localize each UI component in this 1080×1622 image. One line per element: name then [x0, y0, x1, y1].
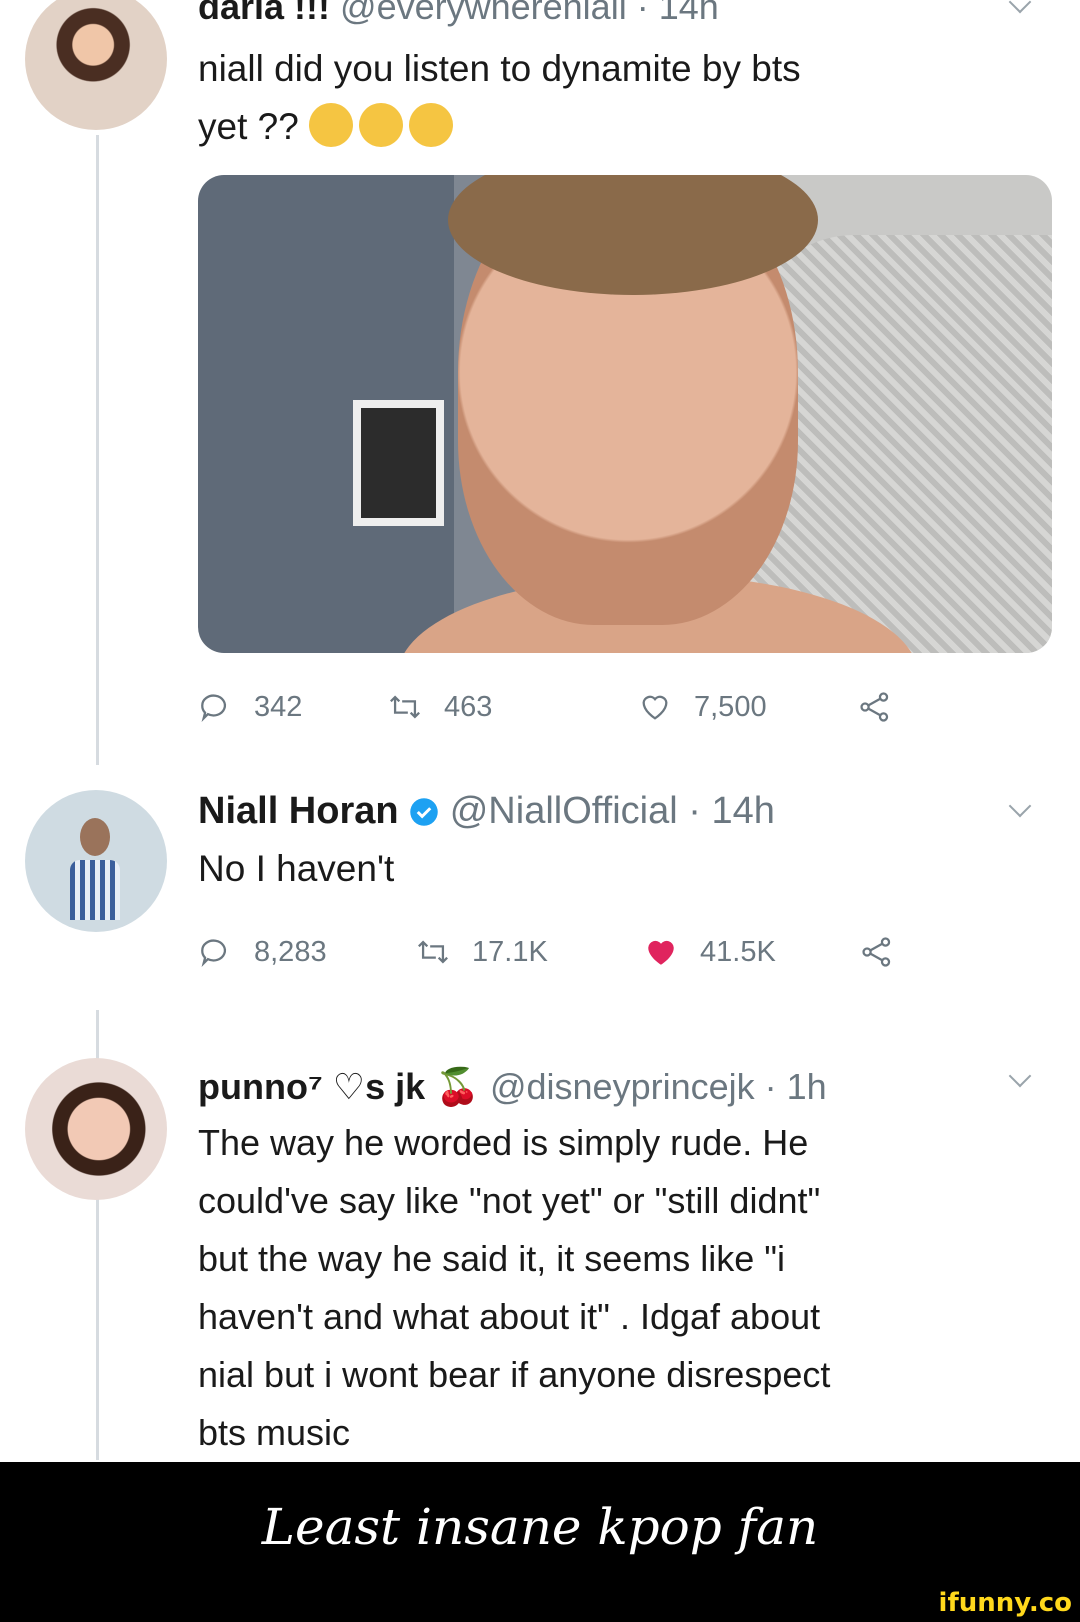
- share-button[interactable]: [860, 935, 916, 969]
- heart-filled-icon: [648, 940, 674, 965]
- display-name[interactable]: punno⁷ ♡s jk 🍒: [198, 1066, 480, 1107]
- heart-icon: [642, 695, 668, 720]
- tweet-text-line: niall did you listen to dynamite by bts: [198, 48, 801, 89]
- timestamp[interactable]: · 14h: [688, 790, 775, 832]
- tweet-text: No I haven't: [198, 848, 395, 889]
- tweet-header: daria !!! @everywhereniall · 14h: [198, 0, 719, 28]
- share-icon: [860, 692, 889, 722]
- tweet-text-line: could've say like "not yet" or "still di…: [198, 1180, 821, 1221]
- reply-icon: [201, 694, 227, 723]
- retweet-icon: [418, 940, 448, 964]
- like-count: 7,500: [694, 690, 767, 723]
- tweet-text-line: nial but i wont bear if anyone disrespec…: [198, 1354, 831, 1395]
- tweet-photo[interactable]: [198, 175, 1052, 653]
- retweet-count: 17.1K: [472, 935, 548, 968]
- chevron-down-icon[interactable]: [1008, 0, 1032, 14]
- tweet-actions: 8,283 17.1K 41.5K: [198, 935, 918, 975]
- reply-icon: [201, 939, 227, 968]
- tweet-punno[interactable]: punno⁷ ♡s jk 🍒 @disneyprincejk · 1h The …: [0, 1058, 1080, 1462]
- reply-button[interactable]: 342: [198, 690, 302, 724]
- reply-button[interactable]: 8,283: [198, 935, 327, 969]
- timestamp[interactable]: · 14h: [637, 0, 719, 27]
- avatar[interactable]: [25, 790, 167, 932]
- tweet-actions: 342 463 7,500: [198, 690, 918, 730]
- display-name[interactable]: daria !!!: [198, 0, 330, 27]
- avatar-shirt: [70, 860, 120, 920]
- handle[interactable]: @NiallOfficial: [450, 790, 678, 832]
- tweet-text: niall did you listen to dynamite by bts …: [198, 40, 801, 156]
- tweet-text-line: The way he worded is simply rude. He: [198, 1122, 809, 1163]
- meme-caption: Least insane kpop fan: [261, 1498, 819, 1556]
- like-button[interactable]: 41.5K: [644, 935, 776, 969]
- tweet-text: The way he worded is simply rude. He cou…: [198, 1114, 830, 1462]
- share-button[interactable]: [858, 690, 914, 724]
- tweet-text-line-2: yet ??: [198, 98, 801, 156]
- verified-badge-icon: [410, 798, 438, 826]
- handle[interactable]: @disneyprincejk: [490, 1066, 755, 1107]
- reply-count: 342: [254, 690, 303, 723]
- picture-frame: [353, 400, 444, 526]
- tweet-text-line: yet ??: [198, 106, 299, 147]
- handle[interactable]: @everywhereniall: [340, 0, 627, 27]
- timestamp[interactable]: · 1h: [765, 1066, 827, 1107]
- retweet-button[interactable]: 17.1K: [416, 935, 548, 969]
- display-name[interactable]: Niall Horan: [198, 790, 399, 832]
- chevron-down-icon[interactable]: [1008, 794, 1032, 818]
- avatar-head: [80, 818, 110, 856]
- party-face-icon: [359, 103, 404, 147]
- avatar[interactable]: [25, 0, 167, 130]
- share-icon: [862, 937, 891, 967]
- chevron-down-icon[interactable]: [1008, 1064, 1032, 1088]
- party-face-icon: [409, 103, 454, 147]
- tweet-header: punno⁷ ♡s jk 🍒 @disneyprincejk · 1h: [198, 1066, 827, 1108]
- avatar[interactable]: [25, 1058, 167, 1200]
- retweet-button[interactable]: 463: [388, 690, 492, 724]
- retweet-count: 463: [444, 690, 493, 723]
- party-face-icon: [309, 103, 354, 147]
- retweet-icon: [390, 695, 420, 719]
- tweet-niall[interactable]: Niall Horan @NiallOfficial · 14h No I ha…: [0, 790, 1080, 990]
- reply-count: 8,283: [254, 935, 327, 968]
- tweet-daria[interactable]: daria !!! @everywhereniall · 14h niall d…: [0, 0, 1080, 740]
- footer-strip: [0, 1602, 1080, 1622]
- tweet-header: Niall Horan @NiallOfficial · 14h: [198, 790, 775, 833]
- like-button[interactable]: 7,500: [638, 690, 767, 724]
- watermark: ifunny.co: [938, 1588, 1072, 1618]
- tweet-text-line: but the way he said it, it seems like "i: [198, 1238, 786, 1279]
- tweet-text-line: haven't and what about it" . Idgaf about: [198, 1296, 821, 1337]
- like-count: 41.5K: [700, 935, 776, 968]
- tweet-text-line: bts music: [198, 1412, 351, 1453]
